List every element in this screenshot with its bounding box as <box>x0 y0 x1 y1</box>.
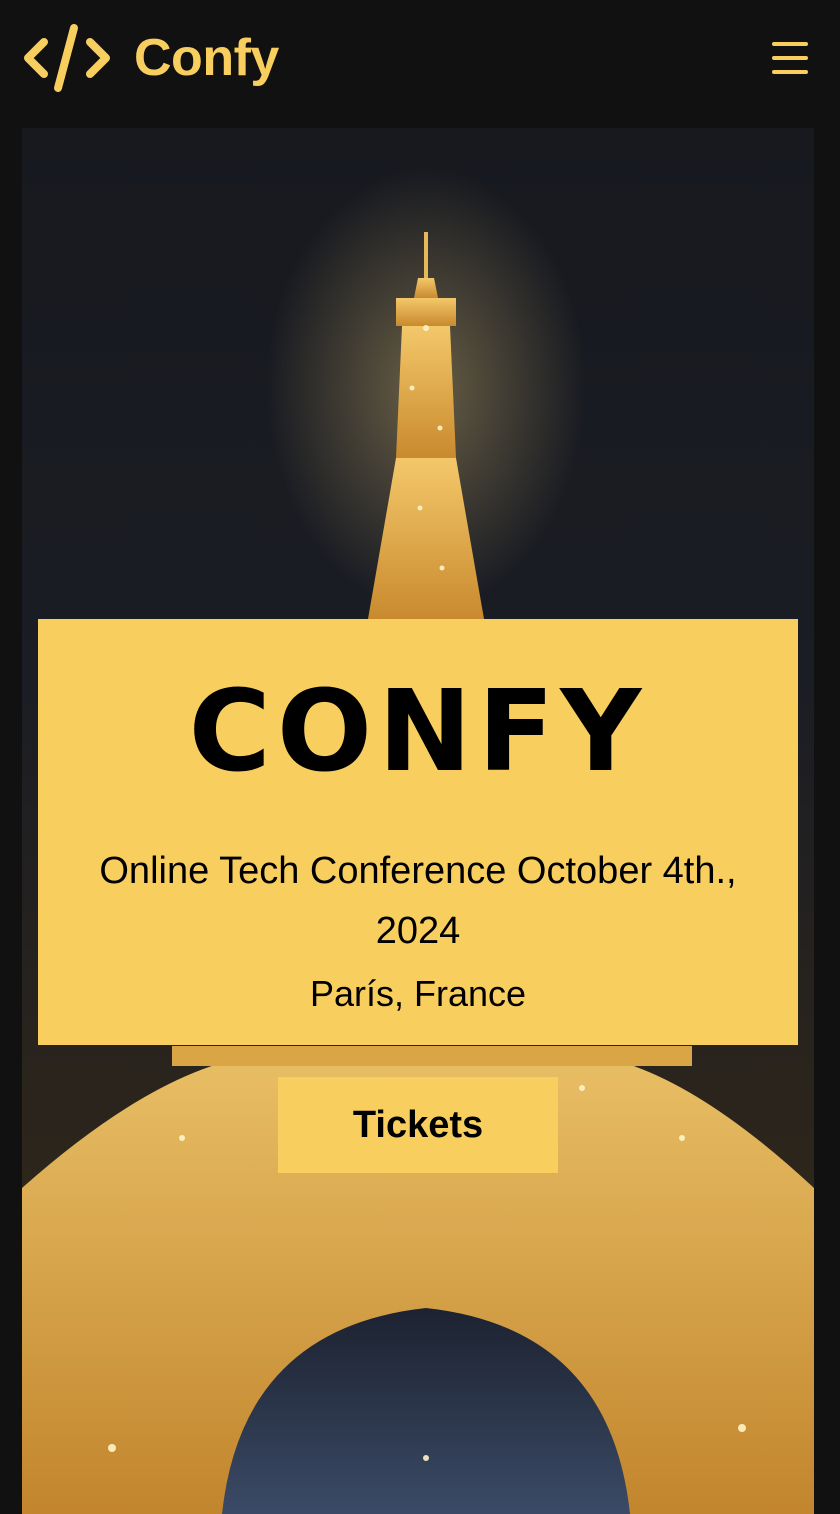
tickets-button[interactable]: Tickets <box>278 1077 558 1173</box>
hero-title: CONFY <box>188 667 648 797</box>
code-brackets-icon <box>24 24 110 92</box>
brand-logo[interactable]: Confy <box>22 22 279 94</box>
hero-card: CONFY Online Tech Conference October 4th… <box>38 619 798 1045</box>
site-header: Confy <box>0 0 840 128</box>
hamburger-menu-icon[interactable] <box>768 40 812 76</box>
hero-subtitle: Online Tech Conference October 4th., 202… <box>99 850 737 952</box>
hero-location: París, France <box>309 973 527 1014</box>
brand-name: Confy <box>134 29 279 87</box>
